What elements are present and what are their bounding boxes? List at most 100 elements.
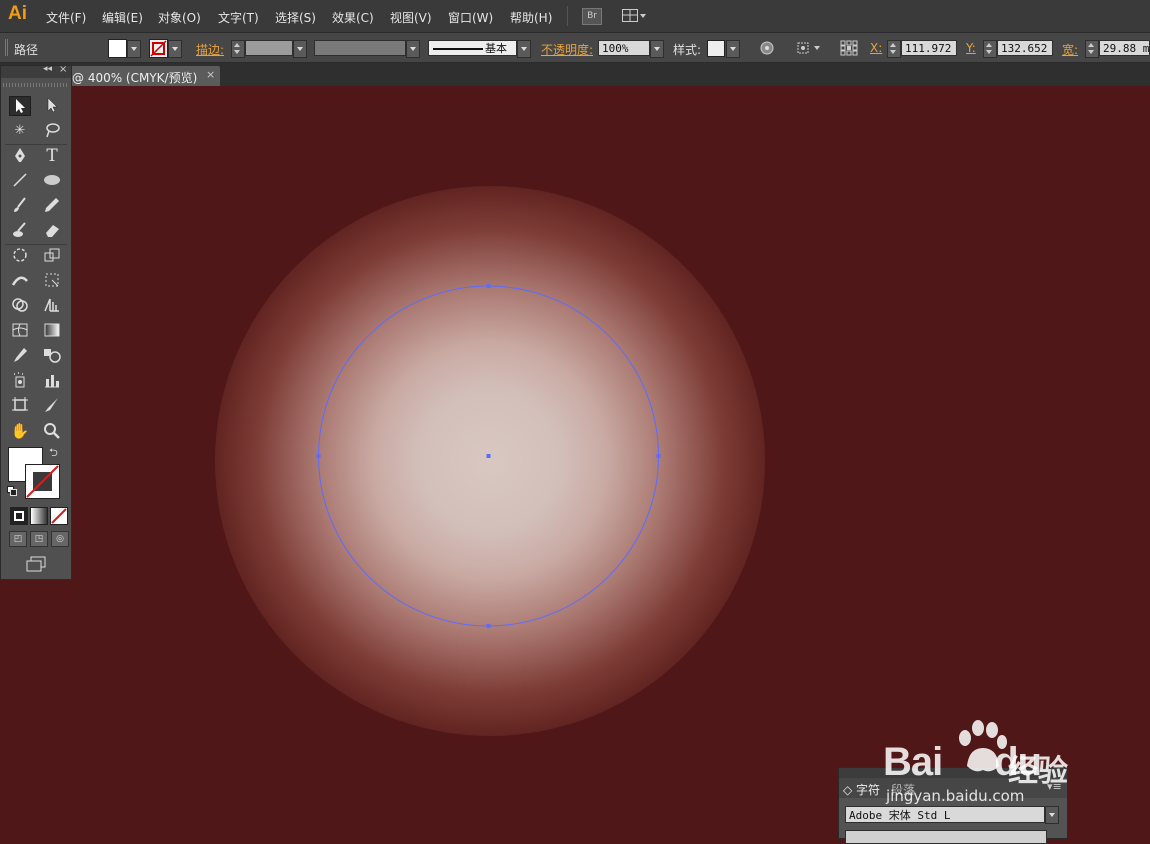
recolor-artwork-icon[interactable] [758, 40, 776, 56]
swap-fill-stroke-icon[interactable]: ⮌ [49, 444, 58, 463]
rotate-tool-icon[interactable] [9, 246, 31, 266]
default-fill-stroke-icon[interactable] [7, 486, 17, 496]
free-transform-tool-icon[interactable] [41, 271, 63, 291]
close-tab-icon[interactable]: × [206, 68, 215, 81]
y-field[interactable]: 132.652 [997, 40, 1053, 56]
menu-edit[interactable]: 编辑(E) [102, 9, 143, 26]
stroke-color-box[interactable] [25, 464, 60, 499]
column-graph-tool-icon[interactable] [41, 371, 63, 391]
menu-window[interactable]: 窗口(W) [448, 9, 493, 26]
no-color-slash-icon [26, 465, 59, 498]
gradient-tool-icon[interactable] [41, 321, 63, 341]
graphic-style-dropdown[interactable] [726, 40, 740, 58]
opacity-dropdown[interactable] [650, 40, 664, 58]
anchor-point-bottom[interactable] [486, 624, 491, 628]
menu-object[interactable]: 对象(O) [158, 9, 201, 26]
jingyan-brand-text: 经验 [1008, 754, 1068, 789]
y-spinner[interactable] [983, 40, 997, 58]
stroke-swatch[interactable] [149, 39, 168, 58]
menu-file[interactable]: 文件(F) [46, 9, 86, 26]
perspective-grid-tool-icon[interactable] [41, 296, 63, 316]
width-tool-icon[interactable] [9, 271, 31, 291]
zoom-tool-icon[interactable] [41, 421, 63, 441]
brush-definition-field[interactable]: 基本 [428, 40, 517, 56]
menu-view[interactable]: 视图(V) [390, 9, 432, 26]
reference-point-icon[interactable] [840, 40, 858, 56]
x-label[interactable]: X: [870, 41, 882, 55]
opacity-field[interactable]: 100% [598, 40, 650, 56]
collapse-panel-icon[interactable]: ◂◂ [43, 64, 52, 74]
font-style-field[interactable] [845, 830, 1047, 844]
ellipse-tool-icon[interactable] [41, 171, 63, 191]
menu-select[interactable]: 选择(S) [275, 9, 316, 26]
draw-normal-icon[interactable]: ◰ [9, 531, 27, 547]
fill-dropdown[interactable] [127, 40, 141, 58]
gradient-mode-button[interactable] [30, 507, 48, 525]
y-label[interactable]: Y: [966, 41, 976, 55]
anchor-point-top[interactable] [486, 284, 491, 288]
shape-builder-tool-icon[interactable] [9, 296, 31, 316]
document-tab[interactable]: @ 400% (CMYK/预览) × [70, 66, 220, 86]
lasso-tool-icon[interactable] [41, 121, 63, 141]
none-mode-button[interactable] [50, 507, 68, 525]
selection-tool-icon[interactable] [9, 96, 31, 116]
tools-panel-header[interactable]: ◂◂ × [1, 64, 71, 78]
opacity-label[interactable]: 不透明度: [541, 41, 593, 58]
paintbrush-tool-icon[interactable] [9, 196, 31, 216]
graphic-style-swatch[interactable] [707, 40, 725, 57]
draw-behind-icon[interactable]: ◳ [30, 531, 48, 547]
bridge-button[interactable]: Br [582, 8, 602, 25]
magic-wand-tool-icon[interactable]: ✳ [9, 121, 31, 141]
artboard-tool-icon[interactable] [9, 396, 31, 416]
anchor-point-left[interactable] [316, 454, 321, 458]
width-spinner[interactable] [1085, 40, 1099, 58]
x-field[interactable]: 111.972 [901, 40, 957, 56]
symbol-sprayer-tool-icon[interactable] [9, 371, 31, 391]
scale-tool-icon[interactable] [41, 246, 63, 266]
variable-width-dropdown[interactable] [406, 40, 420, 58]
draw-inside-icon[interactable]: ◎ [51, 531, 69, 547]
workspace-switcher-button[interactable] [622, 8, 648, 23]
menu-type[interactable]: 文字(T) [218, 9, 259, 26]
width-field[interactable]: 29.88 mm [1099, 40, 1150, 56]
hand-tool-icon[interactable]: ✋ [9, 421, 31, 441]
isolate-group-icon[interactable] [796, 40, 824, 56]
tab-character[interactable]: ◇ 字符 [843, 781, 880, 798]
line-segment-tool-icon[interactable] [9, 171, 31, 191]
screen-mode-icon[interactable] [25, 556, 47, 572]
width-label[interactable]: 宽: [1062, 41, 1078, 58]
type-tool-icon[interactable]: T [41, 146, 63, 166]
blend-tool-icon[interactable] [41, 346, 63, 366]
center-point [486, 454, 491, 458]
brush-definition-dropdown[interactable] [517, 40, 531, 58]
close-panel-icon[interactable]: × [59, 64, 67, 75]
menu-divider [567, 6, 568, 26]
x-spinner[interactable] [887, 40, 901, 58]
style-label: 样式: [673, 43, 702, 57]
eraser-tool-icon[interactable] [41, 221, 63, 241]
variable-width-profile[interactable] [314, 40, 406, 56]
stroke-dropdown[interactable] [168, 40, 182, 58]
stroke-weight-field[interactable] [245, 40, 293, 56]
pen-tool-icon[interactable] [9, 146, 31, 166]
direct-selection-tool-icon[interactable] [41, 96, 63, 116]
stroke-weight-spinner[interactable] [231, 40, 245, 58]
workspace-icon [622, 9, 646, 22]
slice-tool-icon[interactable] [41, 396, 63, 416]
menu-help[interactable]: 帮助(H) [510, 9, 552, 26]
stroke-weight-dropdown[interactable] [293, 40, 307, 58]
panel-grip[interactable] [3, 83, 69, 87]
stroke-line-preview [433, 48, 483, 50]
app-logo: Ai [8, 3, 27, 24]
anchor-point-right[interactable] [656, 454, 661, 458]
fill-swatch[interactable] [108, 39, 127, 58]
tool-divider [5, 244, 67, 245]
mesh-tool-icon[interactable] [9, 321, 31, 341]
blob-brush-tool-icon[interactable] [9, 221, 31, 241]
menu-bar: Ai 文件(F) 编辑(E) 对象(O) 文字(T) 选择(S) 效果(C) 视… [0, 0, 1150, 33]
stroke-label[interactable]: 描边: [196, 41, 224, 58]
eyedropper-tool-icon[interactable] [9, 346, 31, 366]
color-mode-button[interactable] [10, 507, 28, 525]
menu-effect[interactable]: 效果(C) [332, 9, 374, 26]
pencil-tool-icon[interactable] [41, 196, 63, 216]
